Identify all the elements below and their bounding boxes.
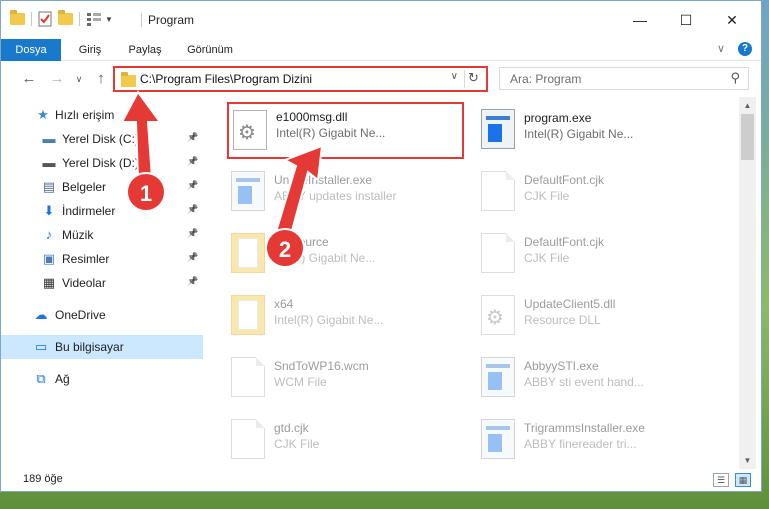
sidebar-item[interactable]: ▭ Bu bilgisayar — [1, 335, 203, 359]
search-icon[interactable]: ⚲ — [730, 70, 740, 86]
sidebar-item[interactable]: ☁ OneDrive — [1, 303, 203, 327]
status-bar: 189 öğe ☰ ▦ — [1, 469, 761, 491]
file-name: program.exe — [524, 111, 592, 125]
properties-icon[interactable] — [38, 11, 52, 27]
sidebar-item-label: OneDrive — [55, 308, 106, 322]
annotation-badge-1: 1 — [126, 172, 166, 212]
sidebar-item-label: Videolar — [62, 276, 106, 290]
star-icon: ★ — [37, 107, 49, 122]
sidebar-item[interactable]: ▤ Belgeler 📌 — [1, 175, 203, 199]
sidebar-item-label: Hızlı erişim — [55, 108, 115, 122]
pin-icon[interactable]: 📌 — [187, 252, 198, 263]
documents-icon: ▤ — [42, 179, 56, 194]
minimize-button[interactable]: — — [617, 1, 663, 39]
sidebar-item[interactable]: ♪ Müzik 📌 — [1, 223, 203, 247]
back-button[interactable]: ← — [19, 69, 39, 89]
file-description: Intel(R) Gigabit Ne... — [524, 127, 634, 141]
annotation-badge-2: 2 — [265, 228, 305, 268]
pin-icon[interactable]: 📌 — [187, 180, 198, 191]
pin-icon[interactable]: 📌 — [187, 228, 198, 239]
computer-icon: ▭ — [34, 339, 48, 354]
drive-icon: ▬ — [42, 131, 56, 146]
sidebar-item-label: Yerel Disk (C:) — [62, 132, 139, 146]
explorer-window: ▼ Program — ☐ ✕ Dosya Giriş Paylaş Görün… — [0, 0, 762, 492]
scroll-up-icon[interactable]: ▲ — [739, 97, 756, 114]
drive-icon: ▬ — [42, 155, 56, 170]
cloud-icon: ☁ — [34, 307, 48, 322]
tab-file[interactable]: Dosya — [1, 39, 61, 61]
collapse-ribbon-icon[interactable]: ∨ — [717, 42, 725, 55]
up-button[interactable]: ↑ — [91, 69, 111, 89]
large-icons-view-icon[interactable]: ▦ — [735, 473, 751, 487]
vertical-scrollbar[interactable]: ▲ ▼ — [739, 97, 756, 469]
maximize-button[interactable]: ☐ — [663, 1, 709, 39]
folder-icon — [121, 72, 136, 87]
view-options-icon[interactable] — [86, 12, 102, 26]
toolbar-divider — [31, 12, 32, 26]
scroll-down-icon[interactable]: ▼ — [739, 452, 756, 469]
tab-home[interactable]: Giriş — [65, 39, 115, 61]
sidebar-item[interactable]: ▬ Yerel Disk (D:) 📌 — [1, 151, 203, 175]
ribbon-tabs: Dosya Giriş Paylaş Görünüm ∨ ? — [1, 39, 761, 61]
file-item[interactable]: program.exe Intel(R) Gigabit Ne... — [461, 101, 701, 157]
help-icon[interactable]: ? — [738, 42, 752, 56]
highlighted-file[interactable]: ⚙ e1000msg.dll Intel(R) Gigabit Ne... — [227, 102, 464, 159]
toolbar-divider — [79, 12, 80, 26]
sidebar-item[interactable]: ▦ Videolar 📌 — [1, 271, 203, 295]
forward-button[interactable]: → — [47, 69, 67, 89]
sidebar-item-label: Belgeler — [62, 180, 107, 194]
close-button[interactable]: ✕ — [709, 1, 755, 39]
recent-locations-button[interactable]: ∨ — [69, 69, 89, 89]
window-title: Program — [148, 13, 195, 27]
sidebar-item[interactable]: ▬ Yerel Disk (C:) 📌 — [1, 127, 203, 151]
music-icon: ♪ — [45, 227, 53, 242]
exe-file-icon — [481, 109, 515, 149]
tab-share[interactable]: Paylaş — [119, 39, 171, 61]
details-view-icon[interactable]: ☰ — [713, 473, 729, 487]
title-bar: ▼ Program — ☐ ✕ — [1, 1, 761, 39]
sidebar-item-label: Ağ — [55, 372, 70, 386]
content-dim-overlay — [219, 151, 749, 466]
item-count: 189 öğe — [23, 473, 63, 485]
tab-view[interactable]: Görünüm — [177, 39, 243, 61]
pictures-icon: ▣ — [42, 251, 56, 266]
sidebar-item[interactable]: ★ Hızlı erişim — [1, 103, 203, 127]
videos-icon: ▦ — [42, 275, 56, 290]
sidebar-item[interactable]: ▣ Resimler 📌 — [1, 247, 203, 271]
file-description: Intel(R) Gigabit Ne... — [276, 126, 386, 140]
sidebar-item-label: Bu bilgisayar — [55, 340, 124, 354]
address-path[interactable]: C:\Program Files\Program Dizini — [140, 72, 312, 86]
sidebar-item-label: Yerel Disk (D:) — [62, 156, 139, 170]
pin-icon[interactable]: 📌 — [187, 204, 198, 215]
search-input[interactable]: Ara: Program — [510, 72, 581, 86]
navigation-pane: ★ Hızlı erişim ▬ Yerel Disk (C:) 📌 ▬ Yerel Dis… — [1, 99, 203, 459]
file-name: e1000msg.dll — [276, 110, 348, 124]
refresh-button[interactable]: ↻ — [464, 70, 482, 88]
sidebar-item[interactable]: ⬇ İndirmeler 📌 — [1, 199, 203, 223]
title-divider — [141, 13, 142, 27]
search-box[interactable]: Ara: Program ⚲ — [499, 67, 749, 90]
address-dropdown-icon[interactable]: ∨ — [451, 71, 458, 82]
sidebar-item[interactable]: ⧉ Ağ — [1, 367, 203, 391]
sidebar-item-label: Müzik — [62, 228, 94, 242]
download-icon: ⬇ — [43, 203, 55, 218]
file-item[interactable]: ⚙ e1000msg.dll Intel(R) Gigabit Ne... — [229, 104, 469, 160]
customize-toolbar-icon[interactable]: ▼ — [105, 15, 113, 24]
scroll-thumb[interactable] — [741, 114, 754, 160]
pin-icon[interactable]: 📌 — [187, 156, 198, 167]
sidebar-item-label: İndirmeler — [62, 204, 116, 218]
address-bar[interactable]: C:\Program Files\Program Dizini ∨ ↻ — [113, 66, 488, 92]
sidebar-item-label: Resimler — [62, 252, 110, 266]
pin-icon[interactable]: 📌 — [187, 276, 198, 287]
quick-access-toolbar: ▼ — [10, 10, 113, 27]
folder-icon — [10, 10, 25, 25]
pin-icon[interactable]: 📌 — [187, 132, 198, 143]
dll-file-icon: ⚙ — [233, 110, 267, 150]
new-folder-icon[interactable] — [58, 10, 73, 25]
navigation-bar: ← → ∨ ↑ C:\Program Files\Program Dizini … — [1, 62, 761, 96]
network-icon: ⧉ — [36, 371, 46, 386]
